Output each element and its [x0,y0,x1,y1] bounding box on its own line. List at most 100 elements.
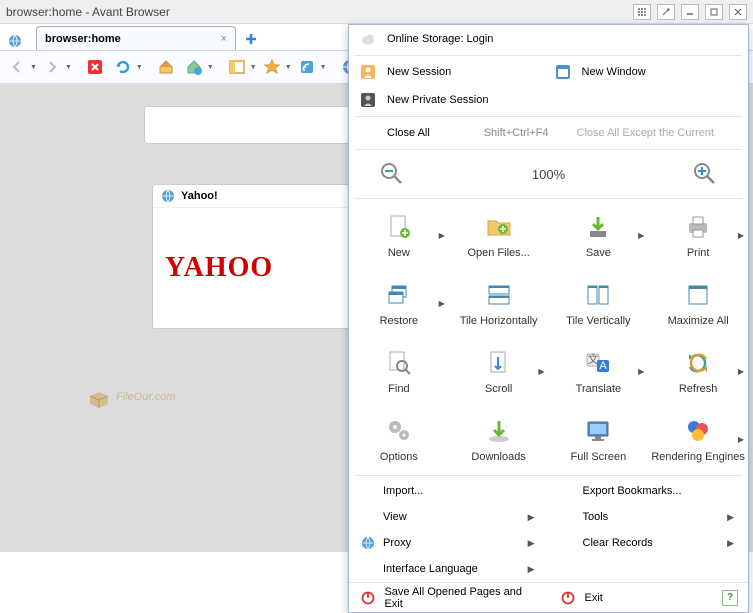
menu-online-storage[interactable]: Online Storage: Login [349,25,748,53]
tile-h-icon [483,279,515,311]
menu-view[interactable]: View ▶ [349,504,549,530]
pin-button[interactable] [657,4,675,20]
menu-grid: New ▶ Open Files... Save ▶ Print ▶ Resto… [349,201,748,473]
printer-icon [682,211,714,243]
menu-tools[interactable]: Tools▶ [549,504,749,530]
menu-downloads[interactable]: Downloads [449,405,549,473]
menu-import[interactable]: Import... [349,478,549,504]
menu-exit[interactable]: Exit ? [549,583,749,612]
back-button[interactable] [4,54,30,80]
refresh-icon [682,347,714,379]
menu-print[interactable]: Print ▶ [648,201,748,269]
sidebar-dropdown[interactable]: ▼ [250,64,257,71]
grid-label: Open Files... [467,247,529,259]
submenu-icon: ▶ [528,538,535,549]
monitor-icon [582,415,614,447]
menu-new-private[interactable]: New Private Session [349,86,748,114]
menu-export-bookmarks[interactable]: Export Bookmarks... [549,478,749,504]
menu-tile-v[interactable]: Tile Vertically [549,269,649,337]
cloud-icon [359,30,377,48]
tab-close-icon[interactable]: × [221,33,227,45]
menu-refresh[interactable]: Refresh ▶ [648,337,748,405]
globe-icon [161,189,175,203]
find-icon [383,347,415,379]
submenu-icon: ▶ [638,231,644,240]
main-menu: Online Storage: Login New Session New Wi… [348,24,749,613]
favorites-dropdown[interactable]: ▼ [285,64,292,71]
menu-label: Exit [585,592,603,604]
menu-interface-lang[interactable]: Interface Language▶ [349,556,549,582]
stop-button[interactable] [82,54,108,80]
submenu-icon: ▶ [738,231,744,240]
grid-label: Tile Horizontally [460,315,538,327]
browser-tab[interactable]: browser:home × [36,26,236,50]
menu-clear-records[interactable]: Clear Records▶ [549,530,749,556]
menu-maximize[interactable]: Maximize All [648,269,748,337]
menu-label: View [383,511,407,523]
submenu-icon: ▶ [727,512,734,523]
minimize-button[interactable] [681,4,699,20]
feeds-dropdown[interactable]: ▼ [320,64,327,71]
new-tab-button[interactable] [240,28,262,50]
menu-rendering[interactable]: Rendering Engines ▶ [648,405,748,473]
sidebar-button[interactable] [224,54,250,80]
reload-dropdown[interactable]: ▼ [136,64,143,71]
maximize-button[interactable] [705,4,723,20]
zoom-percent: 100% [532,167,565,182]
menu-label: New Session [387,66,451,78]
apps-button[interactable] [633,4,651,20]
menu-save[interactable]: Save ▶ [549,201,649,269]
home2-dropdown[interactable]: ▼ [207,64,214,71]
menu-restore[interactable]: Restore ▶ [349,269,449,337]
menu-proxy[interactable]: Proxy▶ [349,530,549,556]
zoom-row: 100% [349,152,748,196]
menu-open-files[interactable]: Open Files... [449,201,549,269]
menu-find[interactable]: Find [349,337,449,405]
home-button[interactable] [153,54,179,80]
reload-button[interactable] [110,54,136,80]
grid-label: Rendering Engines [651,451,745,463]
home2-button[interactable] [181,54,207,80]
menu-new[interactable]: New ▶ [349,201,449,269]
tile-v-icon [582,279,614,311]
menu-tile-h[interactable]: Tile Horizontally [449,269,549,337]
menu-save-exit[interactable]: Save All Opened Pages and Exit [349,583,549,612]
submenu-icon: ▶ [528,512,535,523]
back-dropdown[interactable]: ▼ [30,64,37,71]
grid-label: New [388,247,410,259]
menu-close-all-except: Close All Except the Current [559,127,739,139]
menu-label: Export Bookmarks... [583,485,682,497]
feeds-button[interactable] [294,54,320,80]
power-icon [559,589,577,607]
menu-fullscreen[interactable]: Full Screen [549,405,649,473]
submenu-icon: ▶ [439,299,445,308]
browsers-icon [682,415,714,447]
forward-dropdown[interactable]: ▼ [65,64,72,71]
maximize-icon [682,279,714,311]
grid-label: Maximize All [668,315,729,327]
close-button[interactable] [729,4,747,20]
favorites-button[interactable] [259,54,285,80]
menu-translate[interactable]: 文A Translate ▶ [549,337,649,405]
menu-new-session[interactable]: New Session [359,63,544,81]
menu-options[interactable]: Options [349,405,449,473]
yahoo-logo: YAHOO [165,252,273,284]
submenu-icon: ▶ [727,538,734,549]
card-body: YAHOO [153,208,351,328]
translate-icon: 文A [582,347,614,379]
submenu-icon: ▶ [638,367,644,376]
title-bar: browser:home - Avant Browser [0,0,753,24]
menu-label: New Private Session [387,94,489,106]
menu-new-window[interactable]: New Window [554,63,739,81]
card-title: Yahoo! [181,190,218,202]
menu-close-all[interactable]: Close All Shift+Ctrl+F4 [359,127,549,139]
zoom-out-button[interactable] [379,161,405,187]
zoom-in-button[interactable] [692,161,718,187]
menu-scroll[interactable]: Scroll ▶ [449,337,549,405]
globe-icon [6,32,24,50]
svg-text:文: 文 [588,352,599,366]
svg-text:A: A [600,360,608,372]
menu-bottom: Import... Export Bookmarks... View ▶ Tool… [349,478,748,582]
forward-button[interactable] [39,54,65,80]
help-button[interactable]: ? [722,590,738,606]
